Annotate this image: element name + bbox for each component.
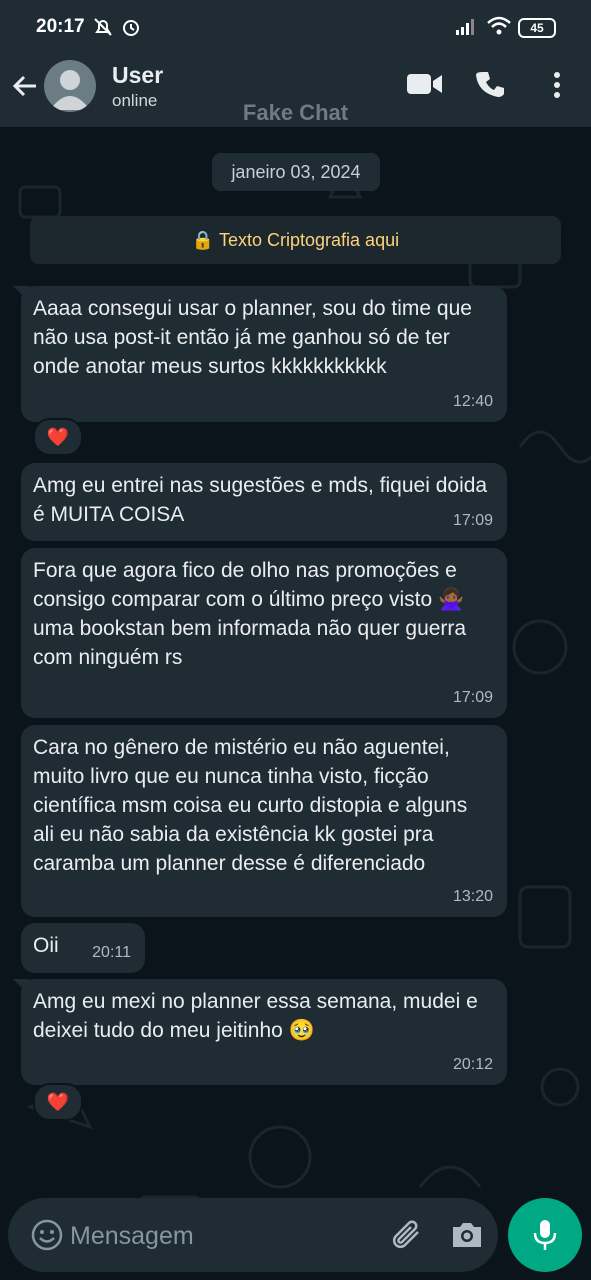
message-time: 13:20	[452, 888, 493, 905]
message-bubble[interactable]: Cara no gênero de mistério eu não aguent…	[21, 725, 507, 917]
microphone-icon	[533, 1220, 557, 1250]
message-bubble[interactable]: Fora que agora fico de olho nas promoçõe…	[21, 548, 507, 718]
contact-name[interactable]: User	[112, 62, 163, 89]
encryption-banner[interactable]: 🔒 Texto Criptografia aqui	[30, 216, 561, 264]
reaction-heart[interactable]: ❤️	[33, 1083, 83, 1121]
message-time: 17:09	[452, 512, 493, 529]
signal-icon	[454, 16, 478, 41]
message-bubble[interactable]: Aaaa consegui usar o planner, sou do tim…	[21, 286, 507, 422]
date-chip: janeiro 03, 2024	[212, 153, 380, 191]
message-time: 20:11	[92, 944, 131, 961]
message-time: 12:40	[452, 393, 493, 410]
message-text: Fora que agora fico de olho nas promoçõe…	[33, 559, 467, 669]
alarm-icon	[120, 16, 142, 43]
battery-indicator: 45	[518, 18, 556, 38]
reaction-heart[interactable]: ❤️	[33, 418, 83, 456]
watermark: Fake Chat	[242, 100, 349, 125]
paperclip-icon[interactable]	[390, 1218, 424, 1257]
message-input[interactable]	[68, 1216, 372, 1256]
message-text: Cara no gênero de mistério eu não aguent…	[33, 736, 468, 875]
wifi-icon	[486, 16, 512, 41]
message-text: Amg eu mexi no planner essa semana, mude…	[33, 990, 478, 1042]
message-time: 17:09	[452, 689, 493, 706]
message-text: Amg eu entrei nas sugestões e mds, fique…	[33, 474, 488, 526]
camera-icon[interactable]	[450, 1218, 484, 1255]
message-time: 20:12	[452, 1056, 493, 1073]
status-time: 20:17	[36, 16, 85, 37]
video-call-icon[interactable]	[406, 70, 444, 103]
bell-off-icon	[92, 16, 114, 43]
message-composer	[8, 1198, 498, 1272]
message-bubble[interactable]: Amg eu mexi no planner essa semana, mude…	[21, 979, 507, 1085]
emoji-icon[interactable]	[30, 1218, 64, 1257]
status-bar: 20:17 45	[0, 0, 591, 54]
back-arrow-icon[interactable]	[10, 70, 42, 102]
mic-button[interactable]	[508, 1198, 582, 1272]
message-text: Aaaa consegui usar o planner, sou do tim…	[33, 297, 472, 378]
message-bubble[interactable]: Oii 20:11	[21, 923, 145, 973]
message-bubble[interactable]: Amg eu entrei nas sugestões e mds, fique…	[21, 463, 507, 541]
